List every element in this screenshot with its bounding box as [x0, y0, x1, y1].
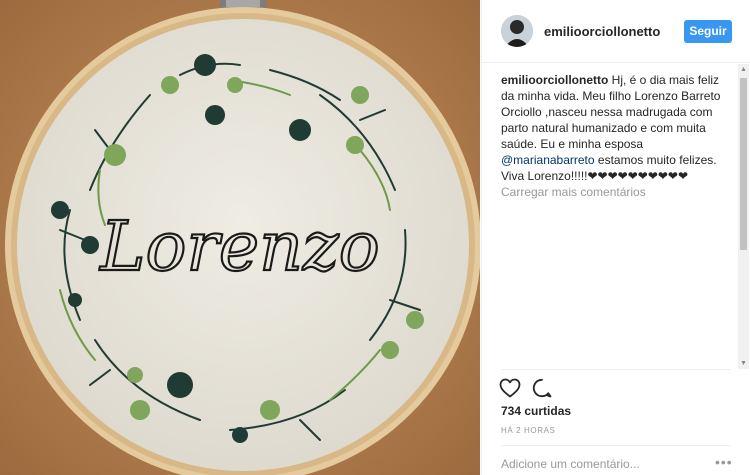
scroll-down-arrow-icon[interactable]: ▼ — [738, 358, 749, 369]
post-header: emilioorciollonetto Seguir — [482, 0, 750, 63]
follow-button[interactable]: Seguir — [684, 20, 732, 43]
comments-scrollbar[interactable]: ▲ ▼ — [738, 64, 749, 369]
post-side-panel: emilioorciollonetto Seguir emilioorcioll… — [481, 0, 750, 475]
post-image: Lorenzo — [0, 0, 480, 475]
embroidered-name: Lorenzo — [98, 208, 379, 287]
caption-username[interactable]: emilioorciollonetto — [501, 73, 608, 87]
mention-link[interactable]: @marianabarreto — [501, 153, 595, 167]
heart-outline-icon[interactable] — [499, 378, 521, 398]
likes-count[interactable]: 734 curtidas — [501, 404, 571, 418]
avatar-photo — [501, 15, 533, 47]
ellipsis-icon[interactable]: ••• — [715, 455, 733, 469]
comment-input[interactable] — [501, 455, 706, 473]
post-timestamp[interactable]: HÁ 2 HORAS — [501, 426, 555, 435]
load-more-comments[interactable]: Carregar mais comentários — [501, 184, 726, 200]
caption: emilioorciollonetto Hj, é o dia mais fel… — [501, 72, 726, 184]
scroll-up-arrow-icon[interactable]: ▲ — [738, 64, 749, 75]
speech-bubble-icon[interactable] — [532, 378, 552, 398]
actions-divider — [501, 369, 731, 370]
embroidery-hoop-image: Lorenzo — [0, 0, 480, 475]
scroll-thumb[interactable] — [740, 78, 747, 250]
avatar[interactable] — [501, 15, 533, 47]
add-comment-divider — [501, 445, 731, 446]
header-username[interactable]: emilioorciollonetto — [544, 24, 660, 39]
comments-area: emilioorciollonetto Hj, é o dia mais fel… — [501, 72, 726, 362]
